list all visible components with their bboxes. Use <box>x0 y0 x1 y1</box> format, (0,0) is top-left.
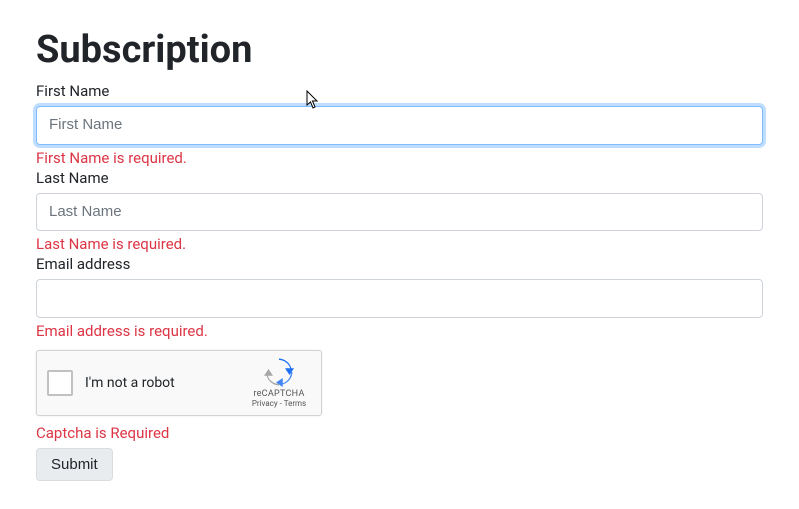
first-name-label: First Name <box>36 82 763 100</box>
recaptcha-privacy-link[interactable]: Privacy <box>252 399 278 408</box>
recaptcha-box: I'm not a robot reCAPTCHA Privacy - Term… <box>36 350 322 416</box>
recaptcha-checkbox[interactable] <box>47 370 73 396</box>
last-name-label: Last Name <box>36 169 763 187</box>
first-name-group: First Name <box>36 82 763 145</box>
first-name-input[interactable] <box>36 106 763 145</box>
recaptcha-label-text: I'm not a robot <box>85 375 247 391</box>
recaptcha-container: I'm not a robot reCAPTCHA Privacy - Term… <box>36 350 763 416</box>
recaptcha-terms-link[interactable]: Terms <box>284 399 306 408</box>
last-name-input[interactable] <box>36 193 763 232</box>
last-name-error: Last Name is required. <box>36 235 763 253</box>
recaptcha-icon <box>264 357 294 387</box>
first-name-error: First Name is required. <box>36 149 763 167</box>
recaptcha-links: Privacy - Terms <box>252 399 306 408</box>
email-input[interactable] <box>36 279 763 318</box>
captcha-error: Captcha is Required <box>36 424 763 442</box>
recaptcha-brand-text: reCAPTCHA <box>253 389 304 399</box>
email-error: Email address is required. <box>36 322 763 340</box>
last-name-group: Last Name <box>36 169 763 232</box>
submit-button[interactable]: Submit <box>36 448 113 481</box>
email-label: Email address <box>36 255 763 273</box>
page-title: Subscription <box>36 28 763 72</box>
email-group: Email address <box>36 255 763 318</box>
recaptcha-branding: reCAPTCHA Privacy - Terms <box>247 357 311 408</box>
